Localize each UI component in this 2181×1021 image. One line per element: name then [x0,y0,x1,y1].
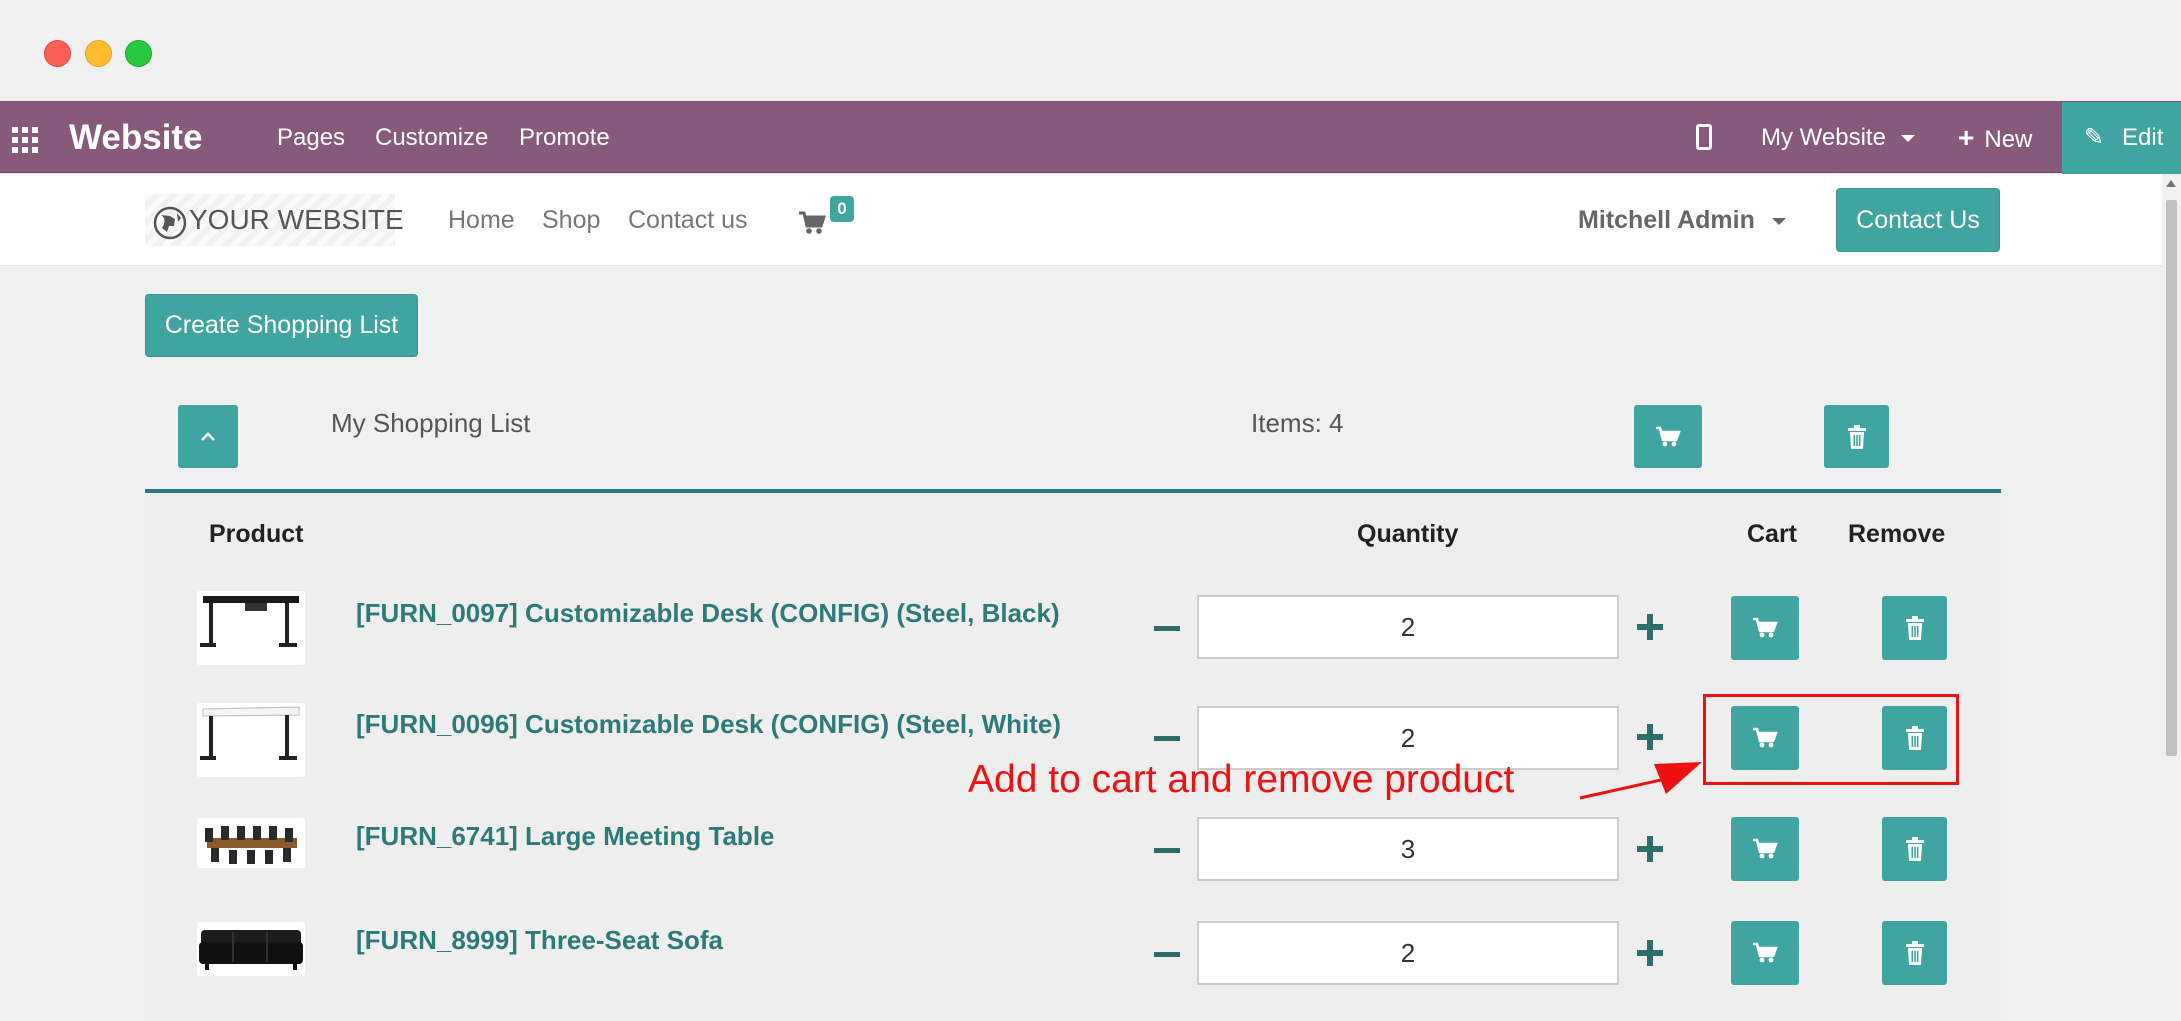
odoo-top-bar: Website Pages Customize Promote My Websi… [0,101,2181,174]
nav-link-home[interactable]: Home [448,174,515,266]
list-name: My Shopping List [331,408,531,438]
annotation-arrow [1579,762,1702,800]
quantity-input[interactable]: 2 [1197,595,1619,659]
website-selector-label: My Website [1761,124,1886,151]
website-header: YOUR WEBSITE Home Shop Contact us 0 Mitc… [0,174,2162,266]
decrease-quantity-button[interactable] [1154,626,1180,631]
user-name: Mitchell Admin [1578,206,1755,234]
nav-link-contact[interactable]: Contact us [628,174,748,266]
increase-quantity-button[interactable] [1637,836,1663,862]
column-header-quantity: Quantity [1357,520,1459,548]
increase-quantity-button[interactable] [1637,724,1663,750]
edit-button[interactable]: ✎ Edit [2062,102,2181,174]
list-add-to-cart-button[interactable] [1634,405,1702,468]
scroll-up-icon[interactable] [2166,180,2176,187]
app-title: Website [69,118,203,157]
site-logo[interactable]: YOUR WEBSITE [145,194,404,246]
annotation-highlight-box [1703,694,1959,785]
list-delete-button[interactable] [1824,405,1889,468]
scrollbar-thumb[interactable] [2166,200,2177,756]
window-minimize-button[interactable] [85,40,112,67]
decrease-quantity-button[interactable] [1154,848,1180,853]
chevron-down-icon [1900,135,1915,143]
annotation-text: Add to cart and remove product [968,758,1515,801]
items-count: Items: 4 [1251,408,1344,438]
quantity-input[interactable]: 3 [1197,817,1619,881]
pencil-icon: ✎ [2084,124,2105,151]
remove-product-button[interactable] [1882,817,1947,881]
contact-us-button[interactable]: Contact Us [1836,188,2000,252]
column-header-remove: Remove [1848,520,1946,548]
trash-icon [1905,837,1924,861]
increase-quantity-button[interactable] [1637,940,1663,966]
menu-promote[interactable]: Promote [519,102,610,174]
nav-link-shop[interactable]: Shop [542,174,600,266]
increase-quantity-button[interactable] [1637,614,1663,640]
product-image-desk-black[interactable] [197,591,305,665]
plus-icon: + [1958,122,1975,153]
new-button[interactable]: + New [1958,102,2032,174]
collapse-list-button[interactable] [178,405,238,468]
product-name-link[interactable]: [FURN_0097] Customizable Desk (CONFIG) (… [356,598,1060,629]
cart-icon [1753,942,1778,963]
edit-label: Edit [2122,124,2164,151]
globe-icon [153,206,187,240]
product-image-desk-white[interactable] [197,703,305,777]
column-header-product: Product [209,520,304,548]
product-name-link[interactable]: [FURN_8999] Three-Seat Sofa [356,925,723,956]
apps-menu-icon[interactable] [12,127,38,153]
create-shopping-list-button[interactable]: Create Shopping List [145,294,418,357]
trash-icon [1905,616,1924,640]
window-close-button[interactable] [44,40,71,67]
product-name-link[interactable]: [FURN_6741] Large Meeting Table [356,821,775,852]
user-menu[interactable]: Mitchell Admin [1578,174,1786,266]
new-label: New [1984,126,2033,153]
add-to-cart-button[interactable] [1731,921,1799,985]
cart-icon [1753,838,1778,859]
cart-icon [1753,617,1778,638]
logo-text: YOUR WEBSITE [189,204,404,235]
menu-customize[interactable]: Customize [375,102,488,174]
cart-icon [1656,426,1681,446]
mobile-preview-icon[interactable] [1696,124,1712,150]
remove-product-button[interactable] [1882,596,1947,660]
window-maximize-button[interactable] [125,40,152,67]
quantity-input[interactable]: 2 [1197,921,1619,985]
remove-product-button[interactable] [1882,921,1947,985]
decrease-quantity-button[interactable] [1154,952,1180,957]
decrease-quantity-button[interactable] [1154,736,1180,741]
menu-pages[interactable]: Pages [277,102,345,174]
chevron-down-icon [1771,217,1786,225]
chevron-up-icon [201,431,215,441]
trash-icon [1905,941,1924,965]
product-image-meeting-table[interactable] [197,818,305,868]
cart-link[interactable]: 0 [798,196,858,238]
website-selector[interactable]: My Website [1761,102,1915,174]
cart-icon [799,211,826,234]
product-image-sofa[interactable] [197,922,305,976]
trash-icon [1847,424,1866,449]
add-to-cart-button[interactable] [1731,817,1799,881]
column-header-cart: Cart [1747,520,1798,548]
add-to-cart-button[interactable] [1731,596,1799,660]
cart-count-badge: 0 [830,196,854,222]
product-name-link[interactable]: [FURN_0096] Customizable Desk (CONFIG) (… [356,709,1061,740]
